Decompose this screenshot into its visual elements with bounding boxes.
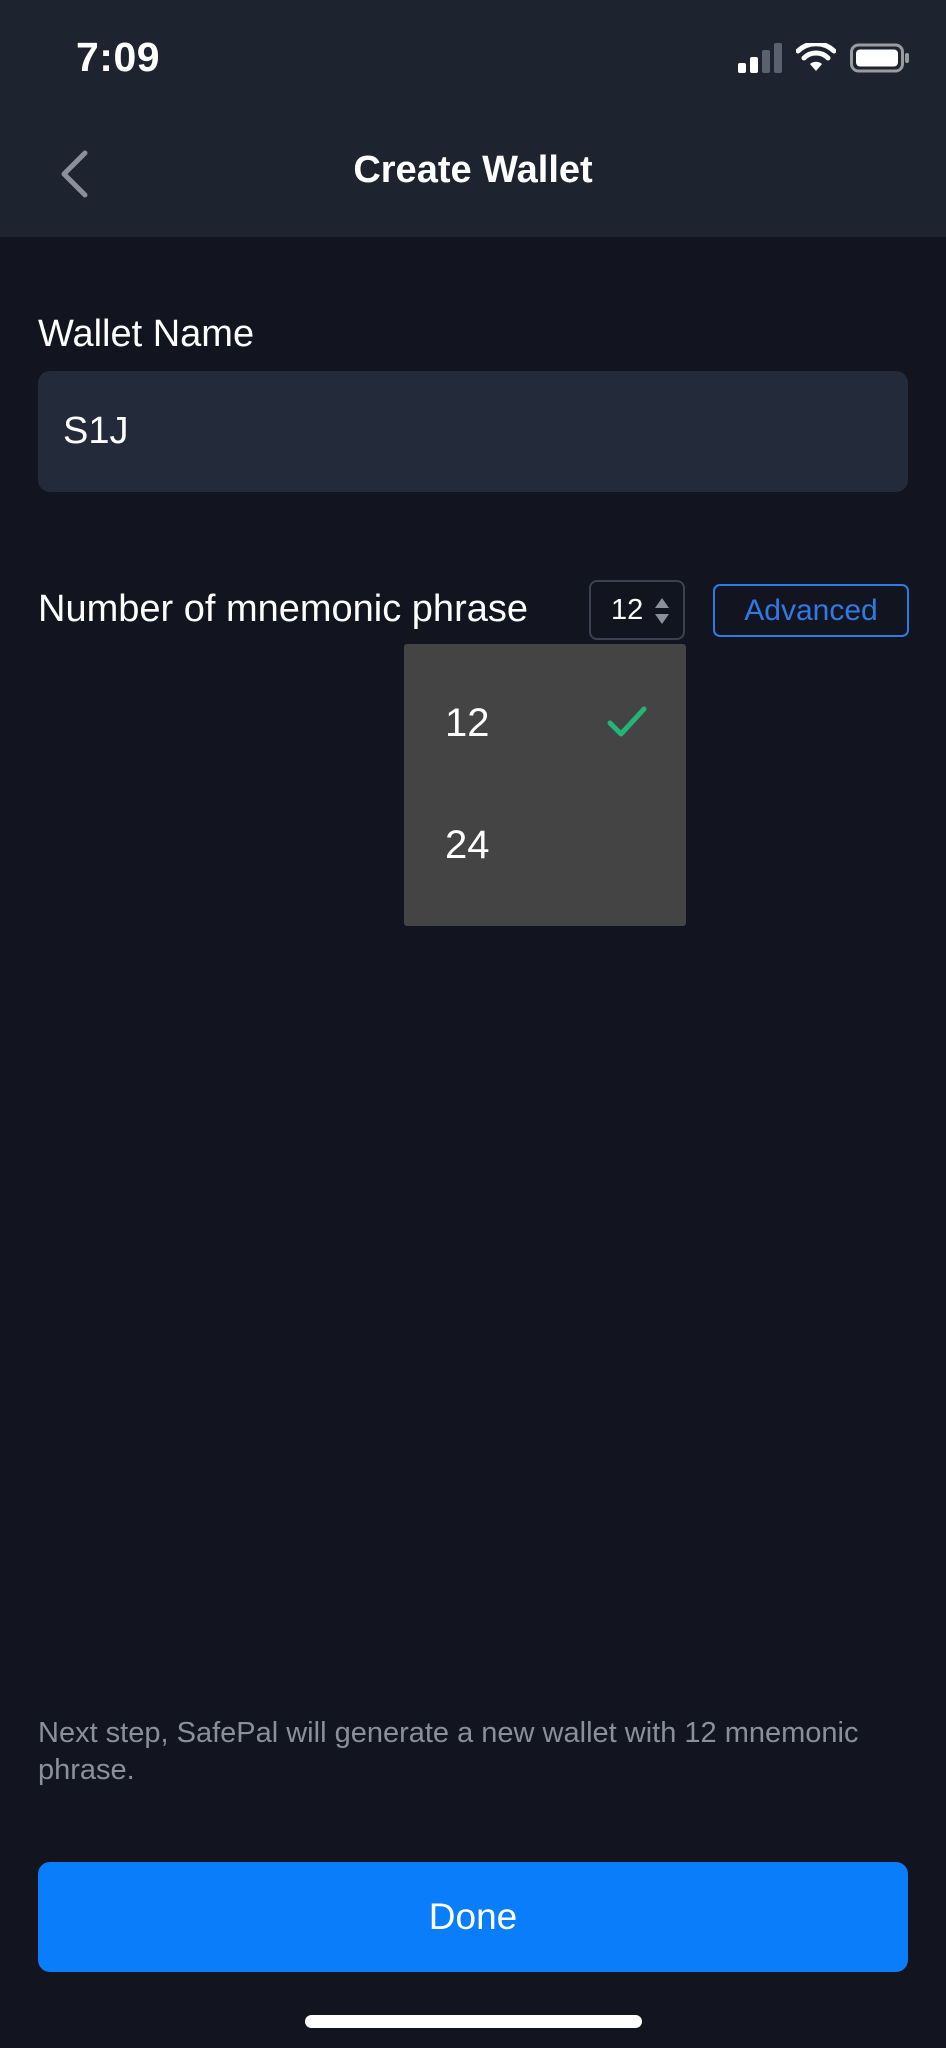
mnemonic-count-value: 12 [611, 593, 644, 626]
header-area: 7:09 Create Wallet [0, 0, 946, 237]
page-title: Create Wallet [353, 149, 593, 191]
wallet-name-input[interactable] [38, 371, 908, 492]
create-wallet-screen: 7:09 Create Wallet Wallet Name S1J Numbe… [0, 0, 946, 2048]
dropdown-option-label: 24 [445, 822, 490, 867]
mnemonic-count-select[interactable]: 12 [589, 580, 685, 640]
advanced-button[interactable]: Advanced [713, 584, 909, 637]
dropdown-option-24[interactable]: 24 [404, 785, 686, 905]
check-icon [607, 706, 647, 737]
wifi-icon [796, 43, 836, 71]
done-button[interactable]: Done [38, 1862, 908, 1972]
sort-arrows-icon [655, 598, 669, 624]
mnemonic-count-label: Number of mnemonic phrase [38, 588, 528, 630]
status-icons [738, 40, 910, 76]
signal-icon [738, 43, 782, 73]
home-indicator [305, 2015, 642, 2028]
battery-icon [850, 43, 909, 73]
wallet-name-label: Wallet Name [38, 313, 255, 355]
footer-note: Next step, SafePal will generate a new w… [38, 1717, 859, 1786]
dropdown-option-label: 12 [445, 700, 490, 745]
status-time: 7:09 [76, 34, 161, 80]
